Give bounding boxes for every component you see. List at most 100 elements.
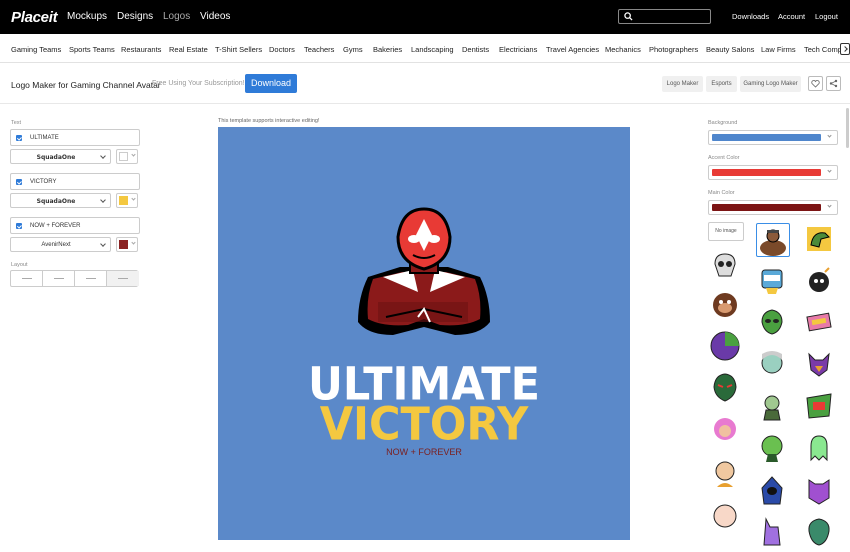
chevron-down-icon: [827, 168, 832, 173]
nav-mockups[interactable]: Mockups: [67, 11, 107, 22]
text-field-2[interactable]: VICTORY: [10, 173, 140, 190]
accent-color-picker[interactable]: [708, 165, 838, 180]
favorite-button[interactable]: [808, 76, 823, 91]
chevron-right-icon[interactable]: [840, 43, 850, 55]
graphic-thumb-alien[interactable]: [756, 306, 790, 340]
graphic-thumb-purple-cat[interactable]: [803, 474, 837, 508]
graphic-thumb-alien-2[interactable]: [756, 432, 790, 466]
download-button[interactable]: Download: [245, 74, 297, 93]
graphic-thumb-dinosaur[interactable]: [803, 223, 837, 257]
category-sports-teams[interactable]: Sports Teams: [69, 45, 115, 54]
graphic-thumb-alien-3[interactable]: [803, 515, 837, 549]
zombie-girl-icon: [761, 351, 783, 374]
downloads-link[interactable]: Downloads: [732, 12, 769, 21]
font-select-3[interactable]: AvenirNext: [10, 237, 111, 252]
graphic-thumb-pink-hair-girl[interactable]: [709, 413, 743, 447]
layout-option-2[interactable]: [43, 271, 75, 286]
color-picker-2[interactable]: [116, 193, 138, 208]
graphic-thumb-skull[interactable]: [709, 248, 743, 282]
no-image-option[interactable]: No image: [708, 222, 744, 241]
category-restaurants[interactable]: Restaurants: [121, 45, 161, 54]
graphic-thumb-hooded-figure[interactable]: [756, 474, 790, 508]
pink-creature-icon: [806, 312, 832, 332]
color-picker-3[interactable]: [116, 237, 138, 252]
category-tech-companies[interactable]: Tech Comp: [804, 45, 842, 54]
text-section-label: Text: [11, 120, 22, 126]
placeit-logo[interactable]: Placeit: [11, 9, 58, 26]
alien-icon: [761, 435, 783, 462]
category-dentists[interactable]: Dentists: [462, 45, 489, 54]
font-select-1[interactable]: SquadaOne: [10, 149, 111, 164]
graphic-thumb-baby[interactable]: [709, 500, 743, 534]
graphic-thumb-pink-creature[interactable]: [803, 306, 837, 340]
category-photographers[interactable]: Photographers: [649, 45, 698, 54]
background-color-picker[interactable]: [708, 130, 838, 145]
category-real-estate[interactable]: Real Estate: [169, 45, 208, 54]
purple-cat-icon: [808, 479, 830, 505]
tag-logo-maker[interactable]: Logo Maker: [662, 76, 703, 92]
account-link[interactable]: Account: [778, 12, 805, 21]
nav-designs[interactable]: Designs: [117, 11, 153, 22]
logout-link[interactable]: Logout: [815, 12, 838, 21]
background-label: Background: [708, 120, 738, 126]
layout-option-3[interactable]: [75, 271, 107, 286]
dinosaur-icon: [807, 227, 831, 251]
text-field-3[interactable]: NOW + FOREVER: [10, 217, 140, 234]
category-travel-agencies[interactable]: Travel Agencies: [546, 45, 599, 54]
nav-logos[interactable]: Logos: [163, 11, 190, 22]
checkbox-icon[interactable]: [16, 135, 22, 141]
graphic-thumb-planet[interactable]: [709, 330, 743, 364]
top-navbar: Placeit Mockups Designs Logos Videos Dow…: [0, 0, 850, 34]
layout-section-label: Layout: [11, 262, 28, 268]
graphic-thumb-monkey[interactable]: [709, 289, 743, 323]
main-color-label: Main Color: [708, 190, 735, 196]
graphic-thumb-purple-unicorn[interactable]: [756, 515, 790, 549]
chevron-down-icon: [131, 196, 136, 201]
graphic-thumb-raccoon[interactable]: [756, 264, 790, 298]
graphic-thumb-wrestler[interactable]: [756, 223, 790, 257]
color-picker-1[interactable]: [116, 149, 138, 164]
category-t-shirt-sellers[interactable]: T-Shirt Sellers: [215, 45, 262, 54]
graphic-thumb-ghost[interactable]: [803, 432, 837, 466]
tag-gaming-logo-maker[interactable]: Gaming Logo Maker: [740, 76, 801, 92]
tag-esports[interactable]: Esports: [706, 76, 737, 92]
graphic-thumb-fox[interactable]: [803, 348, 837, 382]
baby-icon: [713, 504, 737, 528]
category-gyms[interactable]: Gyms: [343, 45, 363, 54]
logo-canvas[interactable]: ULTIMATE VICTORY NOW + FOREVER: [218, 127, 630, 540]
share-button[interactable]: [826, 76, 841, 91]
heart-icon: [811, 80, 820, 88]
graphic-thumb-bald-man[interactable]: [709, 457, 743, 491]
search-icon: [624, 12, 633, 21]
main-color-picker[interactable]: [708, 200, 838, 215]
background-swatch: [712, 134, 821, 141]
color-swatch-maroon: [119, 240, 128, 249]
category-mechanics[interactable]: Mechanics: [605, 45, 641, 54]
graphic-thumb-mecha[interactable]: [803, 390, 837, 424]
category-gaming-teams[interactable]: Gaming Teams: [11, 45, 61, 54]
search-input[interactable]: [618, 9, 711, 24]
category-bakeries[interactable]: Bakeries: [373, 45, 402, 54]
category-landscaping[interactable]: Landscaping: [411, 45, 454, 54]
category-electricians[interactable]: Electricians: [499, 45, 537, 54]
layout-option-4[interactable]: [107, 271, 139, 286]
page-scrollbar[interactable]: [846, 108, 849, 148]
category-teachers[interactable]: Teachers: [304, 45, 334, 54]
category-law-firms[interactable]: Law Firms: [761, 45, 796, 54]
monkey-icon: [713, 293, 737, 317]
graphic-thumb-zombie-girl[interactable]: [756, 348, 790, 382]
share-icon: [829, 79, 838, 88]
graphic-thumb-soldier[interactable]: [756, 390, 790, 424]
font-select-2[interactable]: SquadaOne: [10, 193, 111, 208]
raccoon-icon: [761, 269, 783, 294]
checkbox-icon[interactable]: [16, 179, 22, 185]
checkbox-icon[interactable]: [16, 223, 22, 229]
text-field-1[interactable]: ULTIMATE: [10, 129, 140, 146]
nav-videos[interactable]: Videos: [200, 11, 230, 22]
layout-option-1[interactable]: [11, 271, 43, 286]
graphic-thumb-luchador[interactable]: [709, 371, 743, 405]
category-doctors[interactable]: Doctors: [269, 45, 295, 54]
graphic-thumb-bomb-skull[interactable]: [803, 264, 837, 298]
chevron-down-icon: [100, 241, 106, 247]
category-beauty-salons[interactable]: Beauty Salons: [706, 45, 754, 54]
